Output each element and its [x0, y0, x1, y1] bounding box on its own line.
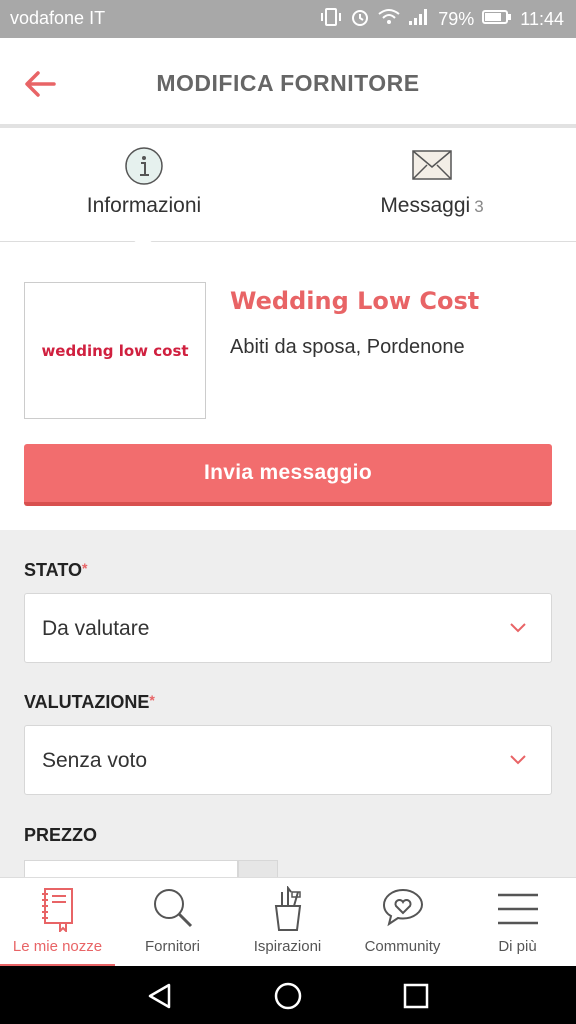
- circle-home-icon: [274, 982, 302, 1010]
- nav-label: Le mie nozze: [12, 938, 103, 955]
- system-navigation-bar: [0, 966, 576, 1024]
- notebook-icon: [38, 886, 78, 937]
- nav-ispirazioni[interactable]: Ispirazioni: [230, 878, 345, 967]
- vendor-logo: wedding low cost: [24, 282, 206, 419]
- battery-icon: [482, 9, 512, 30]
- nav-label: Community: [364, 938, 441, 955]
- nav-label: Ispirazioni: [253, 938, 322, 955]
- chevron-down-icon: [509, 752, 527, 770]
- system-recents-button[interactable]: [400, 980, 432, 1012]
- pencil-cup-icon: [268, 885, 308, 937]
- prezzo-label: PREZZO: [24, 825, 98, 845]
- valutazione-select[interactable]: Senza voto: [24, 725, 552, 795]
- vendor-name[interactable]: Wedding Low Cost: [230, 287, 479, 315]
- required-marker: *: [149, 692, 155, 708]
- vendor-logo-text: wedding low cost: [41, 341, 189, 360]
- square-recents-icon: [403, 983, 429, 1009]
- required-marker: *: [82, 560, 88, 576]
- carrier-name: vodafone IT: [10, 8, 106, 28]
- prezzo-currency-addon: [238, 860, 278, 877]
- vendor-form: STATO* Da valutare VALUTAZIONE* Senza vo…: [0, 530, 576, 877]
- vendor-card: wedding low cost Wedding Low Cost Abiti …: [0, 243, 576, 530]
- battery-percent: 79%: [438, 9, 475, 29]
- nav-di-piu[interactable]: Di più: [460, 878, 575, 967]
- signal-icon: [408, 8, 430, 31]
- envelope-icon: [412, 146, 452, 185]
- tab-informazioni-label: Informazioni: [86, 194, 202, 217]
- menu-icon: [497, 892, 539, 931]
- tab-messaggi[interactable]: Messaggi 3: [288, 132, 576, 242]
- send-message-button[interactable]: Invia messaggio: [24, 444, 552, 506]
- clock: 11:44: [520, 9, 564, 29]
- vibrate-icon: [320, 8, 342, 31]
- tab-messaggi-text: Messaggi: [380, 194, 471, 217]
- nav-fornitori[interactable]: Fornitori: [115, 878, 230, 967]
- valutazione-label-text: VALUTAZIONE: [24, 692, 150, 712]
- tab-bar: Informazioni Messaggi 3: [0, 132, 576, 242]
- stato-label: STATO*: [24, 560, 87, 581]
- prezzo-input[interactable]: [24, 860, 238, 877]
- valutazione-label: VALUTAZIONE*: [24, 692, 155, 713]
- stato-value: Da valutare: [42, 617, 150, 640]
- page-title: MODIFICA FORNITORE: [156, 70, 420, 96]
- tab-informazioni[interactable]: Informazioni: [0, 132, 288, 242]
- nav-community[interactable]: Community: [345, 878, 460, 967]
- status-bar: vodafone IT 79% 11:44: [0, 0, 576, 38]
- nav-le-mie-nozze[interactable]: Le mie nozze: [0, 878, 115, 967]
- valutazione-value: Senza voto: [42, 749, 148, 772]
- info-icon: [124, 146, 164, 191]
- alarm-icon: [350, 7, 370, 32]
- tab-messaggi-label: Messaggi 3: [288, 194, 576, 218]
- wifi-icon: [378, 8, 400, 31]
- system-back-button[interactable]: [144, 980, 176, 1012]
- app-bar: MODIFICA FORNITORE: [0, 38, 576, 128]
- status-icons: 79% 11:44: [320, 7, 564, 32]
- search-icon: [151, 886, 195, 935]
- system-home-button[interactable]: [272, 980, 304, 1012]
- bottom-navigation: Le mie nozze Fornitori Ispirazioni Commu…: [0, 877, 576, 967]
- chevron-down-icon: [509, 620, 527, 638]
- triangle-back-icon: [148, 983, 171, 1009]
- nav-label: Fornitori: [144, 938, 200, 955]
- message-count: 3: [474, 197, 484, 216]
- stato-label-text: STATO: [24, 560, 82, 580]
- chat-heart-icon: [381, 886, 425, 935]
- nav-label: Di più: [498, 938, 537, 955]
- vendor-category-location: Abiti da sposa, Pordenone: [230, 336, 465, 358]
- stato-select[interactable]: Da valutare: [24, 593, 552, 663]
